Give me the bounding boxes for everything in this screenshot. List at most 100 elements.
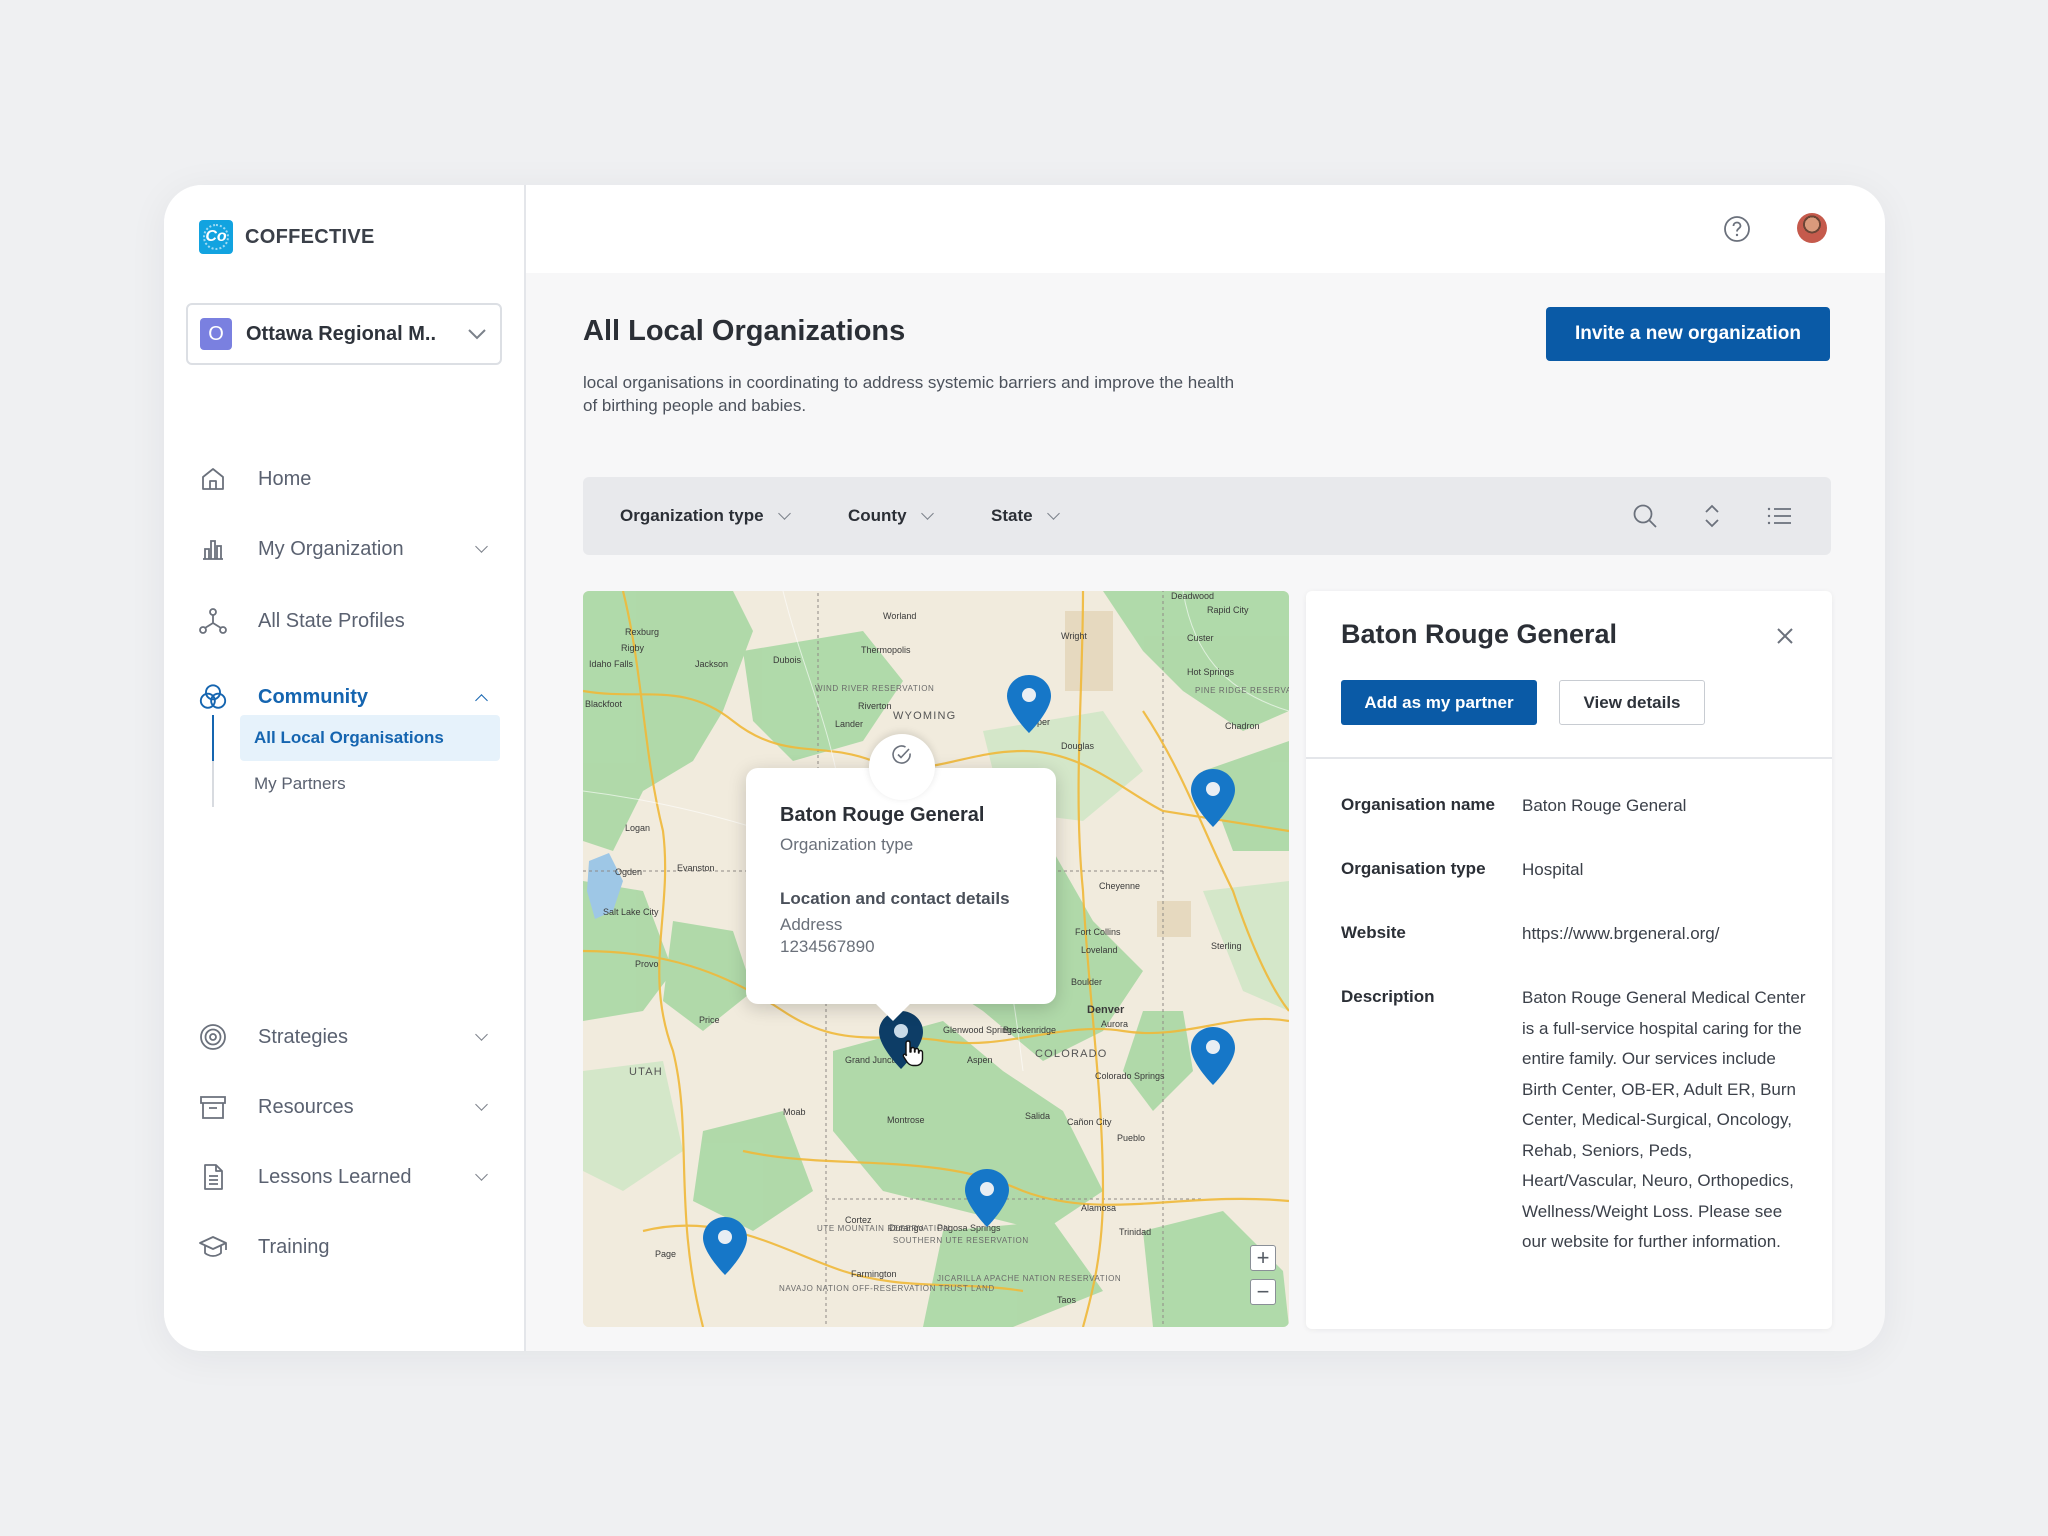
filter-organization-type[interactable]: Organization type — [620, 477, 791, 555]
map-label: Blackfoot — [585, 699, 623, 709]
map-pin[interactable] — [1189, 1025, 1237, 1087]
map-label: WIND RIVER RESERVATION — [815, 684, 934, 693]
sidebar-item-home[interactable]: Home — [198, 457, 494, 501]
sidebar-item-label: My Organization — [258, 537, 404, 560]
filter-label: Organization type — [620, 506, 764, 525]
map-label: Pueblo — [1117, 1133, 1145, 1143]
map-label: Denver — [1087, 1004, 1125, 1016]
chevron-down-icon — [475, 1167, 488, 1181]
map-label: Custer — [1187, 633, 1214, 643]
map-label: Aspen — [967, 1055, 993, 1065]
sidebar-item-community[interactable]: Community — [198, 675, 494, 719]
app-window: Co COFFECTIVE O Ottawa Regional M.. Home — [164, 185, 1885, 1351]
zoom-in-button[interactable]: + — [1250, 1245, 1276, 1271]
top-bar — [526, 185, 1885, 273]
sidebar-item-lessons-learned[interactable]: Lessons Learned — [198, 1155, 494, 1199]
map-label: Loveland — [1081, 945, 1118, 955]
map-label: Boulder — [1071, 977, 1102, 987]
check-circle-icon — [891, 744, 913, 800]
map-label: Breckenridge — [1003, 1025, 1056, 1035]
chevron-down-icon — [475, 1097, 488, 1111]
sidebar-item-all-state-profiles[interactable]: All State Profiles — [198, 599, 494, 643]
map-label: UTE MOUNTAIN RESERVATION — [817, 1224, 950, 1233]
map-label: Page — [655, 1249, 676, 1259]
divider — [1306, 757, 1832, 759]
popup-phone: 1234567890 — [780, 937, 875, 956]
view-details-button[interactable]: View details — [1559, 680, 1705, 725]
website-link[interactable]: https://www.brgeneral.org/ — [1522, 919, 1812, 950]
sort-icon[interactable] — [1698, 502, 1726, 530]
field-label: Website — [1341, 923, 1406, 942]
chevron-up-icon — [475, 693, 488, 707]
invite-organization-button[interactable]: Invite a new organization — [1546, 307, 1830, 361]
chevron-down-icon — [466, 328, 488, 340]
field-label: Description — [1341, 987, 1435, 1006]
map-label: Salt Lake City — [603, 907, 659, 917]
map-label: Cañon City — [1067, 1117, 1112, 1127]
map-label: Trinidad — [1119, 1227, 1151, 1237]
graduation-cap-icon — [198, 1232, 228, 1262]
app-logo[interactable]: Co COFFECTIVE — [199, 220, 375, 254]
map-pin[interactable] — [1005, 673, 1053, 735]
close-icon[interactable] — [1774, 625, 1796, 647]
filter-county[interactable]: County — [848, 477, 934, 555]
map-label: Aurora — [1101, 1019, 1128, 1029]
map-label: Dubois — [773, 655, 802, 665]
map-label: Moab — [783, 1107, 806, 1117]
list-view-icon[interactable] — [1765, 502, 1793, 530]
map-label: Lander — [835, 719, 863, 729]
main-content: All Local Organizations local organisati… — [526, 185, 1885, 1351]
detail-title: Baton Rouge General — [1341, 619, 1618, 649]
map-label: Hot Springs — [1187, 667, 1235, 677]
filter-label: State — [991, 506, 1033, 525]
sidebar-item-strategies[interactable]: Strategies — [198, 1015, 494, 1059]
chevron-down-icon — [1046, 507, 1060, 520]
app-name: COFFECTIVE — [245, 225, 375, 248]
organization-detail-panel: Baton Rouge General Add as my partner Vi… — [1306, 591, 1832, 1329]
map-label: Douglas — [1061, 741, 1095, 751]
organization-selector[interactable]: O Ottawa Regional M.. — [186, 303, 502, 365]
chevron-down-icon — [920, 507, 934, 520]
community-icon — [198, 682, 228, 712]
map-label: Alamosa — [1081, 1203, 1116, 1213]
map-label: Ogden — [615, 867, 642, 877]
map-pin[interactable] — [701, 1215, 749, 1277]
map-label: SOUTHERN UTE RESERVATION — [893, 1236, 1029, 1245]
popup-address: Address — [780, 915, 843, 934]
popup-subtitle: Organization type — [780, 835, 914, 854]
org-avatar: O — [200, 318, 232, 350]
help-icon[interactable] — [1723, 215, 1751, 243]
map-label: WYOMING — [893, 710, 956, 722]
subnav-item-all-local-organisations[interactable]: All Local Organisations — [240, 715, 500, 761]
sidebar-item-my-organization[interactable]: My Organization — [198, 527, 494, 571]
map-label: COLORADO — [1035, 1048, 1108, 1060]
org-selector-name: Ottawa Regional M.. — [246, 322, 437, 345]
organizations-map[interactable]: Worland Thermopolis Rexburg Rigby Idaho … — [583, 591, 1289, 1327]
sidebar-item-resources[interactable]: Resources — [198, 1085, 494, 1129]
map-label: Rapid City — [1207, 605, 1249, 615]
filter-label: County — [848, 506, 907, 525]
archive-icon — [198, 1092, 228, 1122]
subnav-item-my-partners[interactable]: My Partners — [240, 761, 500, 807]
add-as-partner-button[interactable]: Add as my partner — [1341, 680, 1537, 725]
user-avatar[interactable] — [1797, 213, 1827, 243]
subnav-rail — [212, 715, 214, 807]
map-label: Price — [699, 1015, 720, 1025]
map-label: Montrose — [887, 1115, 925, 1125]
field-label: Organisation type — [1341, 859, 1486, 878]
map-label: UTAH — [629, 1066, 663, 1078]
home-icon — [198, 464, 228, 494]
search-icon[interactable] — [1631, 502, 1659, 530]
sidebar-item-training[interactable]: Training — [198, 1225, 494, 1269]
map-pin[interactable] — [963, 1167, 1011, 1229]
map-label: Jackson — [695, 659, 728, 669]
map-label: Salida — [1025, 1111, 1050, 1121]
map-pin[interactable] — [1189, 767, 1237, 829]
filter-state[interactable]: State — [991, 477, 1060, 555]
map-label: Riverton — [858, 701, 892, 711]
page-description: local organisations in coordinating to a… — [583, 373, 1235, 415]
map-label: Idaho Falls — [589, 659, 634, 669]
chevron-down-icon — [777, 507, 791, 520]
sidebar-item-label: Resources — [258, 1095, 354, 1118]
zoom-out-button[interactable]: − — [1250, 1279, 1276, 1305]
